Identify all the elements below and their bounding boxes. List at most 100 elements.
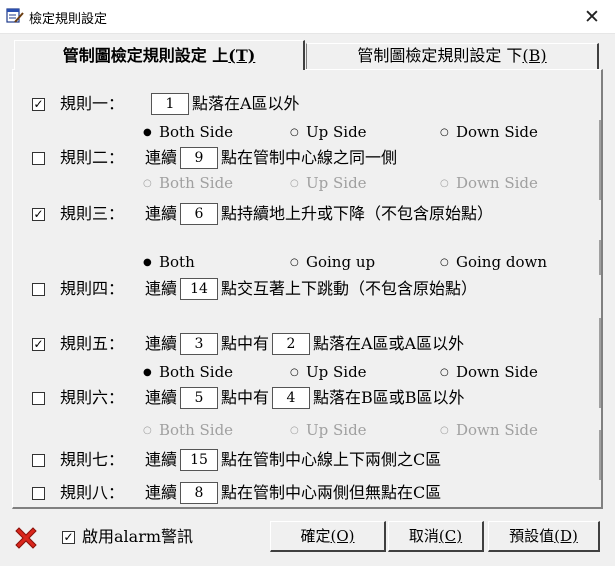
rule-text: 連續 [145,334,178,353]
rule-text: 點落在A區以外 [192,94,300,113]
radio-dot-icon: ● [143,257,152,268]
side-radio-option: ○ Up Side [290,420,367,441]
radio-dot-icon: ○ [290,425,299,436]
side-radio-label: Down Side [456,123,538,141]
rule-text: 點落在A區或A區以外 [313,334,465,353]
side-radio-group: ○ Both Side ○ Up Side ○ Down Side [0,173,600,193]
side-radio-label: Both Side [159,174,234,192]
radio-dot-icon: ○ [440,367,449,378]
tab-rules-upper[interactable]: 管制圖檢定規則設定 上(T) [14,40,305,70]
rule-text: 連續 [145,483,178,502]
rule-text: 點在管制中心線上下兩側之C區 [221,450,442,469]
side-radio-label: Down Side [456,363,538,381]
rule-text: 點持續地上升或下降（不包含原始點） [221,204,494,223]
side-radio-option[interactable]: ○ Going up [290,252,375,273]
side-radio-option: ○ Down Side [440,420,538,441]
side-radio-label: Down Side [456,421,538,439]
side-radio-label: Both Side [159,421,234,439]
side-radio-option[interactable]: ○ Down Side [440,362,538,383]
radio-dot-icon: ○ [290,127,299,138]
rule-row: 規則七： 連續 15 點在管制中心線上下兩側之C區 [0,448,600,472]
title-bar: 檢定規則設定 ✕ [0,0,615,34]
rule-text: 點落在B區或B區以外 [313,388,465,407]
rule-count-input[interactable]: 2 [272,333,310,355]
rule-label: 規則二： [60,148,125,167]
radio-dot-icon: ○ [440,257,449,268]
rule-text: 連續 [145,279,178,298]
rule-label: 規則七： [60,450,125,469]
side-radio-option[interactable]: ○ Down Side [440,122,538,143]
ok-button-hotkey: (O) [330,527,355,545]
radio-dot-icon: ● [143,367,152,378]
rule-checkbox[interactable] [32,152,45,165]
side-radio-option[interactable]: ● Both Side [143,362,233,383]
side-radio-label: Up Side [306,421,367,439]
rule-count-input[interactable]: 8 [180,482,218,504]
cancel-button-label: 取消 [408,527,439,545]
rule-text: 點中有 [221,388,270,407]
defaults-button-hotkey: (D) [554,527,578,545]
rule-text: 點在管制中心線之同一側 [221,148,398,167]
rule-checkbox[interactable]: ✓ [32,338,45,351]
radio-dot-icon: ○ [440,178,449,189]
side-radio-option[interactable]: ● Both [143,252,195,273]
rule-checkbox[interactable] [32,283,45,296]
rule-label: 規則六： [60,388,125,407]
delete-icon[interactable] [12,524,40,552]
rule-text: 連續 [145,450,178,469]
form-pen-icon [6,8,24,23]
side-radio-option[interactable]: ○ Going down [440,252,547,273]
radio-dot-icon: ○ [440,127,449,138]
side-radio-option: ○ Up Side [290,173,367,194]
rule-count-input[interactable]: 4 [272,387,310,409]
rule-checkbox[interactable] [32,487,45,500]
cancel-button[interactable]: 取消(C) [388,521,484,552]
defaults-button-label: 預設值 [509,527,555,545]
side-radio-label: Down Side [456,174,538,192]
rule-row: ✓ 規則一： 1 點落在A區以外 [0,92,600,116]
rule-count-input[interactable]: 5 [180,387,218,409]
tab-rules-lower-label: 管制圖檢定規則設定 下 [357,46,523,65]
close-button[interactable]: ✕ [569,0,615,34]
side-radio-label: Up Side [306,174,367,192]
ok-button[interactable]: 確定(O) [270,521,386,552]
side-radio-option[interactable]: ○ Up Side [290,362,367,383]
rule-count-input[interactable]: 6 [180,203,218,225]
alarm-label: 啟用alarm警訊 [82,527,194,546]
rule-count-input[interactable]: 15 [180,449,218,471]
rule-row: 規則六： 連續 5 點中有 4 點落在B區或B區以外 [0,386,600,410]
rule-label: 規則一： [60,94,125,113]
rule-row: 規則四： 連續 14 點交互著上下跳動（不包含原始點） [0,277,600,301]
radio-dot-icon: ○ [290,367,299,378]
defaults-button[interactable]: 預設值(D) [488,521,600,552]
side-radio-option: ○ Down Side [440,173,538,194]
rule-checkbox[interactable] [32,454,45,467]
rule-count-input[interactable]: 3 [180,333,218,355]
rule-checkbox[interactable]: ✓ [32,208,45,221]
rule-count-input[interactable]: 1 [151,93,189,115]
rule-label: 規則八： [60,483,125,502]
side-radio-label: Both Side [159,123,234,141]
rule-count-input[interactable]: 14 [180,278,218,300]
rule-checkbox[interactable]: ✓ [32,98,45,111]
radio-dot-icon: ○ [143,178,152,189]
rule-count-input[interactable]: 9 [180,147,218,169]
side-radio-group: ● Both Side ○ Up Side ○ Down Side [0,122,600,142]
side-radio-label: Both Side [159,363,234,381]
side-radio-option[interactable]: ● Both Side [143,122,233,143]
tab-rules-lower[interactable]: 管制圖檢定規則設定 下(B) [306,43,599,69]
close-icon: ✕ [584,6,600,28]
radio-dot-icon: ○ [143,425,152,436]
rule-label: 規則三： [60,204,125,223]
side-radio-label: Going up [306,253,376,271]
alarm-checkbox[interactable]: ✓ [62,531,75,544]
rule-checkbox[interactable] [32,392,45,405]
tab-rules-lower-hotkey: (B) [522,46,547,65]
rule-label: 規則五： [60,334,125,353]
side-radio-option[interactable]: ○ Up Side [290,122,367,143]
cancel-button-hotkey: (C) [438,527,463,545]
rule-text: 點中有 [221,334,270,353]
radio-dot-icon: ○ [290,257,299,268]
side-radio-label: Going down [456,253,547,271]
rule-row: ✓ 規則五： 連續 3 點中有 2 點落在A區或A區以外 [0,332,600,356]
